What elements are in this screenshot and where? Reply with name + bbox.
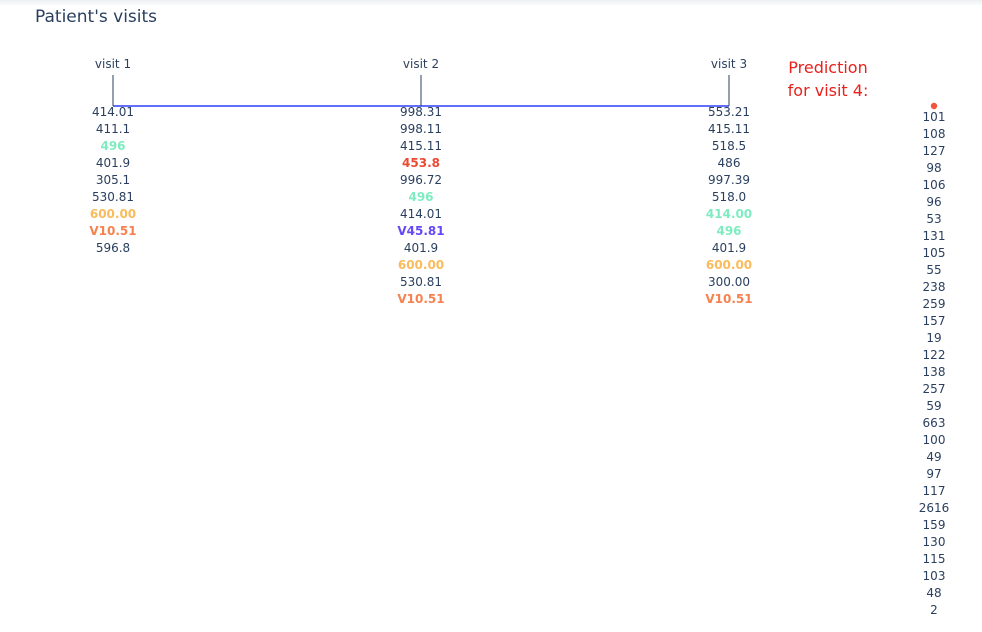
visit-3-code: 496 <box>716 224 741 238</box>
visit-2-code: V10.51 <box>397 292 444 306</box>
visit-3-code: 401.9 <box>712 241 746 255</box>
prediction-label-line1: Prediction <box>788 58 868 77</box>
prediction-value: 115 <box>923 552 946 566</box>
visit-3-code: 486 <box>718 156 741 170</box>
prediction-value: 108 <box>923 127 946 141</box>
visit-2-code: 996.72 <box>400 173 442 187</box>
visit-1-code: 401.9 <box>96 156 130 170</box>
visit-3-code: 415.11 <box>708 122 750 136</box>
prediction-value: 96 <box>926 195 941 209</box>
visit-3-code: 300.00 <box>708 275 750 289</box>
prediction-value: 97 <box>926 467 941 481</box>
visit-3-code: 600.00 <box>706 258 752 272</box>
prediction-marker <box>930 102 938 110</box>
prediction-value: 127 <box>923 144 946 158</box>
visit-1-code: 596.8 <box>96 241 130 255</box>
visit-2-code: V45.81 <box>397 224 444 238</box>
visit-2-code: 530.81 <box>400 275 442 289</box>
prediction-value: 2616 <box>919 501 950 515</box>
prediction-value: 122 <box>923 348 946 362</box>
visit-label-3: visit 3 <box>711 57 747 71</box>
prediction-value: 59 <box>926 399 941 413</box>
prediction-value: 103 <box>923 569 946 583</box>
prediction-value: 100 <box>923 433 946 447</box>
visit-3-code: 518.5 <box>712 139 746 153</box>
prediction-value: 19 <box>926 331 941 345</box>
visit-1-code: 600.00 <box>90 207 136 221</box>
visit-3-code: V10.51 <box>705 292 752 306</box>
visit-1-code: 414.01 <box>92 105 134 119</box>
prediction-value: 117 <box>923 484 946 498</box>
visit-2-code: 401.9 <box>404 241 438 255</box>
visit-3-code: 553.21 <box>708 105 750 119</box>
prediction-value: 49 <box>926 450 941 464</box>
visit-1-code: 411.1 <box>96 122 130 136</box>
prediction-value: 55 <box>926 263 941 277</box>
prediction-value: 105 <box>923 246 946 260</box>
visit-label-1: visit 1 <box>95 57 131 71</box>
prediction-value: 238 <box>923 280 946 294</box>
prediction-value: 159 <box>923 518 946 532</box>
prediction-label-line2: for visit 4: <box>787 81 869 100</box>
prediction-value: 259 <box>923 297 946 311</box>
visit-1-code: 496 <box>100 139 125 153</box>
prediction-value: 663 <box>923 416 946 430</box>
visit-3-code: 414.00 <box>706 207 752 221</box>
prediction-value: 53 <box>926 212 941 226</box>
prediction-value: 138 <box>923 365 946 379</box>
prediction-value: 2 <box>930 603 938 617</box>
visit-3-code: 518.0 <box>712 190 746 204</box>
visit-label-2: visit 2 <box>403 57 439 71</box>
prediction-value: 98 <box>926 161 941 175</box>
visit-3-code: 997.39 <box>708 173 750 187</box>
prediction-value: 48 <box>926 586 941 600</box>
visit-1-code: 530.81 <box>92 190 134 204</box>
prediction-value: 157 <box>923 314 946 328</box>
prediction-value: 130 <box>923 535 946 549</box>
visit-2-code: 415.11 <box>400 139 442 153</box>
visit-2-code: 998.11 <box>400 122 442 136</box>
visit-2-code: 453.8 <box>402 156 440 170</box>
prediction-value: 106 <box>923 178 946 192</box>
visit-1-code: V10.51 <box>89 224 136 238</box>
visit-2-code: 414.01 <box>400 207 442 221</box>
visit-2-code: 998.31 <box>400 105 442 119</box>
prediction-value: 131 <box>923 229 946 243</box>
visit-2-code: 496 <box>408 190 433 204</box>
prediction-value: 257 <box>923 382 946 396</box>
visit-2-code: 600.00 <box>398 258 444 272</box>
visit-1-code: 305.1 <box>96 173 130 187</box>
prediction-value: 101 <box>923 110 946 124</box>
